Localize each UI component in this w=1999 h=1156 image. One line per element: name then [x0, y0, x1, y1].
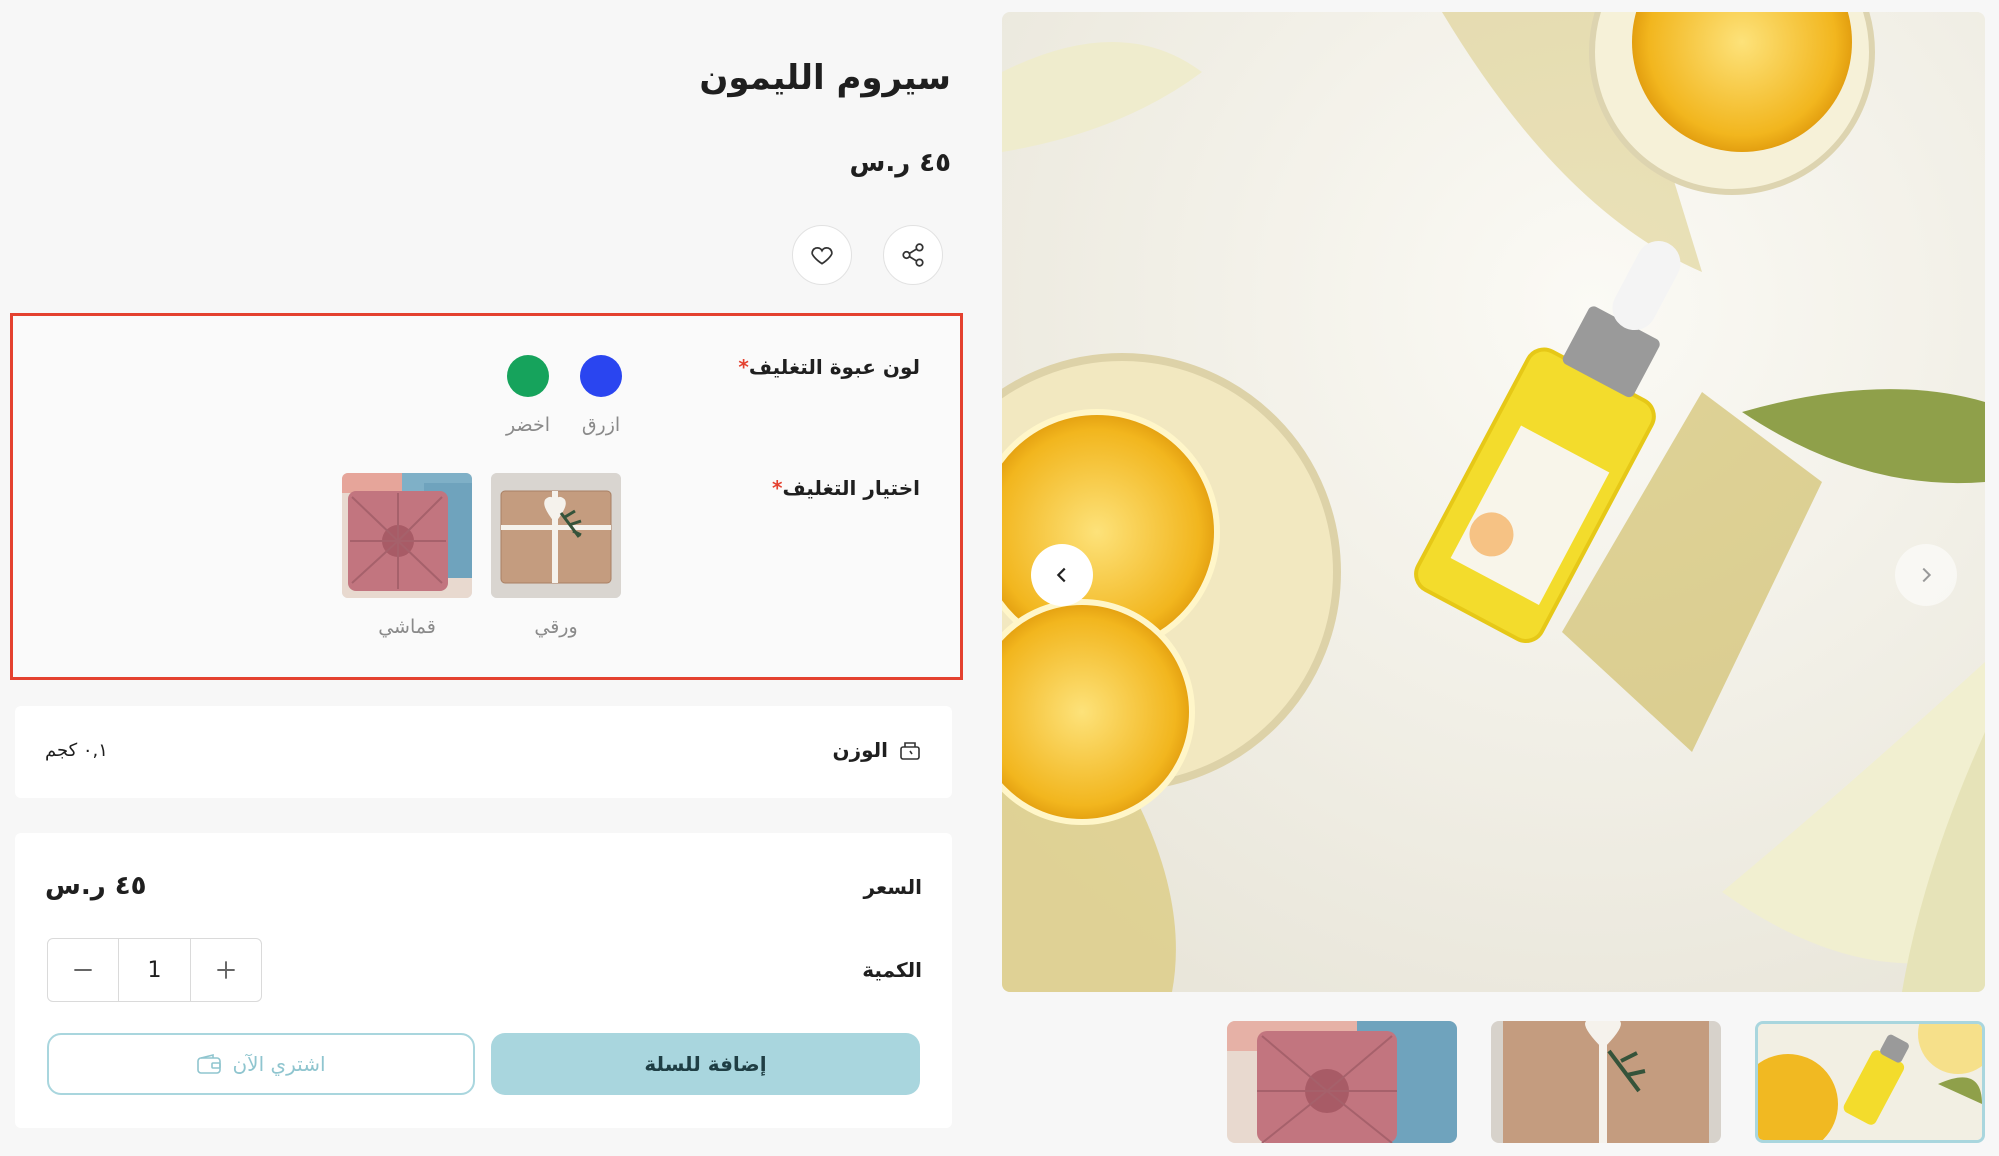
decrease-button[interactable]: [48, 939, 118, 1001]
weight-value: ٠,١ كجم: [45, 740, 108, 761]
wallet-icon: [197, 1053, 222, 1074]
wishlist-button[interactable]: [792, 225, 852, 285]
wrapping-option-label-text: اختيار التغليف: [782, 476, 920, 500]
swatch-blue[interactable]: [580, 355, 622, 397]
heart-icon: [811, 246, 833, 265]
scale-icon: [900, 742, 920, 760]
required-mark: *: [738, 355, 749, 379]
product-title: سيروم الليمون: [699, 58, 951, 98]
increase-button[interactable]: [191, 939, 261, 1001]
color-option-label-text: لون عبوة التغليف: [748, 355, 920, 379]
price-value: ٤٥ ر.س: [45, 871, 147, 901]
lemon-serum-photo: [1002, 12, 1985, 992]
gallery-thumbnail-fabric[interactable]: [1227, 1021, 1457, 1143]
fabric-gift-image: [342, 473, 472, 598]
quantity-label: الكمية: [862, 958, 922, 982]
quantity-stepper: 1: [47, 938, 262, 1002]
plus-icon: [217, 961, 235, 979]
quantity-input[interactable]: 1: [118, 939, 191, 1001]
wrapping-paper-option[interactable]: [491, 473, 621, 598]
wrapping-fabric-option[interactable]: [342, 473, 472, 598]
weight-label: الوزن: [832, 738, 889, 762]
gallery-thumbnail-paper[interactable]: [1491, 1021, 1721, 1143]
share-button[interactable]: [883, 225, 943, 285]
minus-icon: [74, 969, 92, 971]
price-label: السعر: [863, 875, 922, 899]
color-option-label: لون عبوة التغليف*: [732, 355, 920, 379]
chevron-right-icon: [1922, 567, 1932, 583]
gallery-thumbnail-serum[interactable]: [1755, 1021, 1985, 1143]
share-icon: [902, 243, 924, 267]
wrapping-paper-label: ورقي: [534, 616, 578, 638]
main-product-image: [1002, 12, 1985, 992]
weight-row-label: الوزن: [833, 738, 923, 762]
wrapping-option-label: اختيار التغليف*: [766, 476, 920, 500]
wrapping-fabric-label: قماشي: [378, 616, 436, 638]
paper-gift-image: [491, 473, 621, 598]
weight-card: الوزن ٠,١ كجم: [15, 706, 952, 798]
add-to-cart-button[interactable]: إضافة للسلة: [491, 1033, 920, 1095]
product-options-box: لون عبوة التغليف* ازرق اخضر اختيار التغل…: [10, 313, 963, 680]
fabric-thumb-image: [1227, 1021, 1457, 1143]
buy-now-label: اشتري الآن: [232, 1052, 326, 1076]
swatch-blue-label: ازرق: [581, 414, 621, 436]
swatch-green-label: اخضر: [506, 414, 550, 436]
prev-image-button[interactable]: [1031, 544, 1093, 606]
chevron-left-icon: [1056, 567, 1066, 583]
next-image-button[interactable]: [1895, 544, 1957, 606]
buy-now-button[interactable]: اشتري الآن: [47, 1033, 475, 1095]
serum-thumb-image: [1758, 1024, 1982, 1140]
swatch-green[interactable]: [507, 355, 549, 397]
paper-thumb-image: [1491, 1021, 1721, 1143]
required-mark: *: [771, 476, 783, 500]
product-price: ٤٥ ر.س: [849, 148, 951, 178]
